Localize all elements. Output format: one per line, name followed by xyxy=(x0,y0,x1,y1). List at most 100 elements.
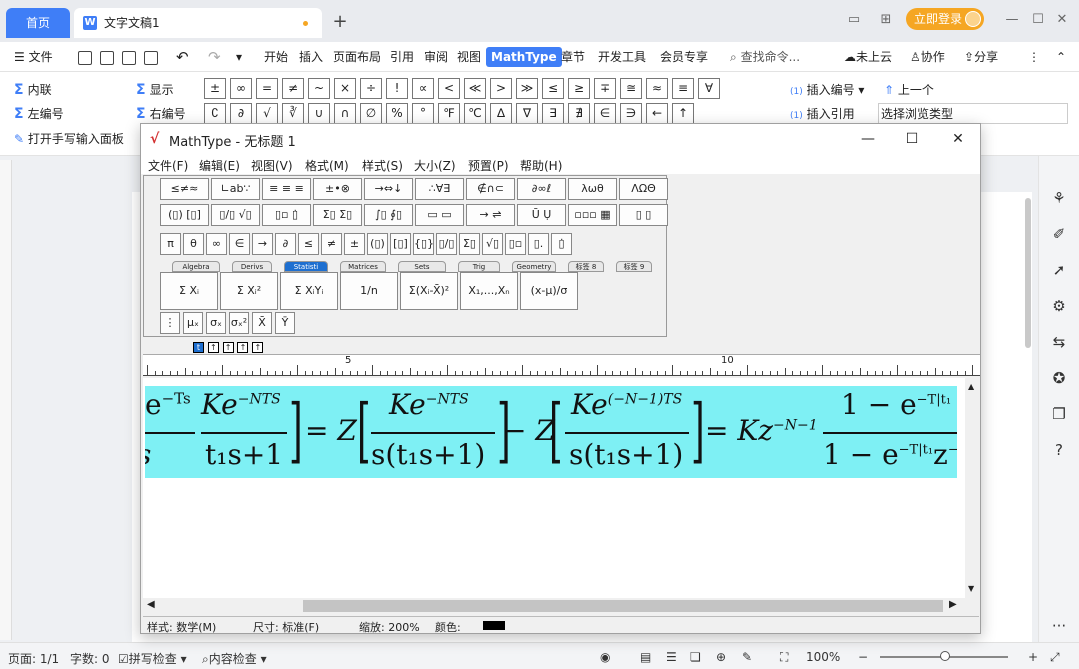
statistics-template-button[interactable]: 1/n xyxy=(340,272,398,310)
symbol-button[interactable]: ≅ xyxy=(620,78,642,99)
mt-menu-item[interactable]: 样式(S) xyxy=(362,157,403,174)
left-number-button[interactable]: Σ 左编号 xyxy=(14,105,64,122)
h-scroll-thumb[interactable] xyxy=(303,600,943,612)
scroll-down-icon[interactable]: ▼ xyxy=(968,584,974,593)
symbol-palette-button[interactable]: →⇔↓ xyxy=(364,178,413,200)
zoom-level[interactable]: 100% xyxy=(806,650,840,664)
toolbar-tab[interactable]: Algebra xyxy=(172,261,220,272)
symbol-button[interactable]: × xyxy=(334,78,356,99)
login-button[interactable]: 立即登录 xyxy=(906,8,984,30)
small-bar-button[interactable]: ± xyxy=(344,233,365,255)
new-tab-button[interactable]: + xyxy=(330,10,350,34)
mathtype-ruler[interactable]: 5 10 xyxy=(143,354,980,376)
menu-layout[interactable]: 页面布局 xyxy=(333,48,381,66)
select-icon[interactable]: ➚ xyxy=(1049,260,1069,280)
symbol-palette-button[interactable]: ∉∩⊂ xyxy=(466,178,515,200)
scroll-up-icon[interactable]: ▲ xyxy=(968,382,974,391)
template-palette-button[interactable]: ▯ ▯ xyxy=(619,204,668,226)
mt-menu-item[interactable]: 预置(P) xyxy=(468,157,509,174)
template-palette-button[interactable]: Ū Ụ xyxy=(517,204,566,226)
small-bar-button[interactable]: ▯/▯ xyxy=(436,233,457,255)
small-bar-button[interactable]: ∂ xyxy=(275,233,296,255)
small-bar-button[interactable]: → xyxy=(252,233,273,255)
symbol-button[interactable]: ∃ xyxy=(542,103,564,124)
collab-button[interactable]: ♙协作 xyxy=(910,48,945,66)
draw-icon[interactable]: ✎ xyxy=(742,650,752,664)
browse-type-select[interactable]: 选择浏览类型 xyxy=(878,103,1068,124)
menu-chapter[interactable]: 章节 xyxy=(561,48,585,66)
menu-review[interactable]: 审阅 xyxy=(424,48,448,66)
cloud-button[interactable]: ☁未上云 xyxy=(844,48,892,66)
symbol-button[interactable]: = xyxy=(256,78,278,99)
menu-start[interactable]: 开始 xyxy=(264,48,288,66)
statistics-small-button[interactable]: μₓ xyxy=(183,312,203,334)
symbol-button[interactable]: > xyxy=(490,78,512,99)
menu-mathtype[interactable]: MathType xyxy=(486,47,562,67)
zoom-out-icon[interactable]: − xyxy=(858,650,868,664)
statistics-small-button[interactable]: ⋮ xyxy=(160,312,180,334)
small-bar-button[interactable]: (▯) xyxy=(367,233,388,255)
symbol-button[interactable]: ∂ xyxy=(230,103,252,124)
document-scrollbar[interactable] xyxy=(1022,190,1034,640)
scroll-left-icon[interactable]: ◀ xyxy=(147,599,155,610)
small-bar-button[interactable]: ∞ xyxy=(206,233,227,255)
template-palette-button[interactable]: ▯▫ ▯̇ xyxy=(262,204,311,226)
symbol-palette-button[interactable]: ∴∀∃ xyxy=(415,178,464,200)
size-status[interactable]: 尺寸: 标准(F) xyxy=(253,619,319,635)
equation[interactable]: e−Ts s Ke−NTS t₁s+1 ] = Z [ Ke−NTS s(t₁s… xyxy=(145,386,957,478)
word-count[interactable]: 字数: 0 xyxy=(70,650,110,667)
color-swatch[interactable] xyxy=(483,621,505,630)
style-icon[interactable]: ⚘ xyxy=(1049,188,1069,208)
template-palette-button[interactable]: ∫▯ ∮▯ xyxy=(364,204,413,226)
symbol-button[interactable]: ∅ xyxy=(360,103,382,124)
small-bar-button[interactable]: ▯▫ xyxy=(505,233,526,255)
small-bar-button[interactable]: {▯} xyxy=(413,233,434,255)
preview-icon[interactable] xyxy=(144,48,158,66)
symbol-button[interactable]: ≤ xyxy=(542,78,564,99)
symbol-button[interactable]: ≠ xyxy=(282,78,304,99)
tab-stop-center-icon[interactable]: ↑ xyxy=(207,342,219,353)
search-command[interactable]: ⌕ 查找命令... xyxy=(730,48,800,66)
color-status[interactable]: 颜色: xyxy=(435,619,461,635)
statistics-template-button[interactable]: Σ XᵢYᵢ xyxy=(280,272,338,310)
mt-minimize-icon[interactable]: — xyxy=(853,128,883,150)
small-bar-button[interactable]: Σ▯ xyxy=(459,233,480,255)
toolbar-tab[interactable]: 标签 8 xyxy=(568,261,604,272)
tab-stop-right-icon[interactable]: ↑ xyxy=(222,342,234,353)
statistics-template-button[interactable]: X₁,...,Xₙ xyxy=(460,272,518,310)
symbol-button[interactable]: ∛ xyxy=(282,103,304,124)
adjust-icon[interactable]: ⚙ xyxy=(1049,296,1069,316)
mt-menu-item[interactable]: 视图(V) xyxy=(251,157,293,174)
symbol-button[interactable]: ~ xyxy=(308,78,330,99)
small-bar-button[interactable]: ▯̇ xyxy=(551,233,572,255)
symbol-button[interactable]: ÷ xyxy=(360,78,382,99)
symbol-button[interactable]: ≈ xyxy=(646,78,668,99)
mt-menu-item[interactable]: 大小(Z) xyxy=(414,157,456,174)
insert-equation-number-button[interactable]: (1) 插入编号 ▾ xyxy=(790,81,864,98)
tab-stop-bar-icon[interactable]: ↑ xyxy=(252,342,264,353)
maximize-icon[interactable]: ☐ xyxy=(1028,10,1048,30)
symbol-button[interactable]: ≡ xyxy=(672,78,694,99)
spell-check-button[interactable]: ☑拼写检查 ▾ xyxy=(118,650,187,667)
template-palette-button[interactable]: ▫▫▫ ▦ xyxy=(568,204,617,226)
print-icon[interactable] xyxy=(122,48,136,66)
menu-developer[interactable]: 开发工具 xyxy=(598,48,646,66)
outline-view-icon[interactable]: ☰ xyxy=(666,650,677,664)
zoom-in-icon[interactable]: + xyxy=(1028,650,1038,664)
mt-menu-item[interactable]: 编辑(E) xyxy=(199,157,240,174)
mt-menu-item[interactable]: 帮助(H) xyxy=(520,157,562,174)
zoom-slider-knob[interactable] xyxy=(940,651,950,661)
tab-stop-decimal-icon[interactable]: ↑ xyxy=(237,342,249,353)
symbol-button[interactable]: ∄ xyxy=(568,103,590,124)
insert-reference-button[interactable]: (1) 插入引用 xyxy=(790,105,855,122)
translate-icon[interactable]: ⇆ xyxy=(1049,332,1069,352)
statistics-small-button[interactable]: σₓ xyxy=(206,312,226,334)
statistics-small-button[interactable]: σₓ² xyxy=(229,312,249,334)
symbol-palette-button[interactable]: ΛΩΘ xyxy=(619,178,668,200)
symbol-button[interactable]: ℉ xyxy=(438,103,460,124)
right-number-button[interactable]: Σ 右编号 xyxy=(136,105,186,122)
toolbar-tab[interactable]: Trig xyxy=(458,261,500,272)
toolbar-tab[interactable]: Derivs xyxy=(232,261,272,272)
symbol-button[interactable]: ∓ xyxy=(594,78,616,99)
mt-close-icon[interactable]: ✕ xyxy=(943,128,973,150)
